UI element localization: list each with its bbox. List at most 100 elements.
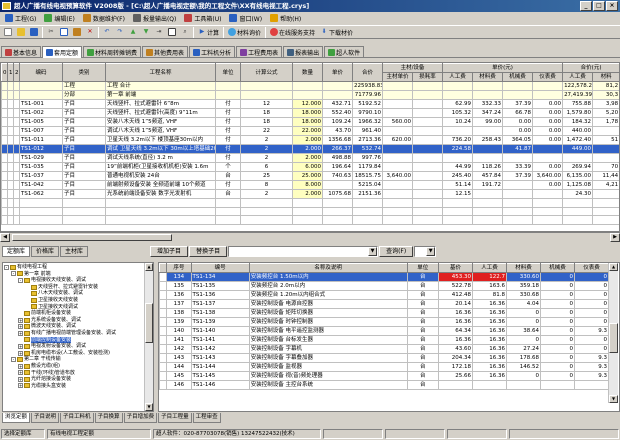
cell-formula[interactable]: 8 xyxy=(240,180,293,190)
collapse-icon[interactable]: - xyxy=(4,264,9,270)
sub-cell-no[interactable]: 134 xyxy=(166,272,192,282)
cell-total[interactable]: 5192.52 xyxy=(352,99,383,109)
filter-combo[interactable]: ▼ xyxy=(414,246,437,257)
download-price-button[interactable]: ⬇ 下载材价 xyxy=(318,26,355,38)
cell-price[interactable]: 552.40 xyxy=(322,108,353,118)
cell-tmat[interactable]: 70 xyxy=(592,162,619,172)
cell-mach[interactable]: 33.39 xyxy=(502,162,534,172)
cell-qty[interactable]: 25.000 xyxy=(292,171,323,181)
cell-unit[interactable]: 付 xyxy=(215,153,241,163)
cell-loss[interactable] xyxy=(411,117,444,127)
redo-button[interactable]: ↷ xyxy=(114,26,126,38)
sub-cell-unit[interactable]: 台 xyxy=(406,371,440,381)
tree-node[interactable]: 八木天线安装、调试 xyxy=(4,290,152,297)
sub-cell-mach[interactable]: 0 xyxy=(539,344,575,354)
cell-name[interactable]: 工程 合计 xyxy=(105,81,216,91)
cell-type[interactable]: 子目 xyxy=(62,189,106,199)
cell-tmat[interactable]: 11,44 xyxy=(592,171,619,181)
cell-formula[interactable]: 25 xyxy=(240,171,293,181)
tree-node[interactable]: 前端机柜设备安装 xyxy=(4,310,152,317)
cell-tmat[interactable]: 51 xyxy=(592,135,619,145)
sub-cell-inst[interactable]: 0 xyxy=(573,344,610,354)
cell-labor[interactable]: 12.15 xyxy=(442,189,474,199)
cell-name[interactable]: 19”前端机柜(卫星接收机机柜)安装 1.6m xyxy=(105,162,216,172)
sub-cell-no[interactable]: 140 xyxy=(166,326,192,336)
cell-code[interactable] xyxy=(19,81,63,91)
sub-cell-base[interactable]: 172.18 xyxy=(438,362,474,372)
cell-qty[interactable]: 2.000 xyxy=(292,153,323,163)
cell-total[interactable]: 1966.32 xyxy=(352,117,383,127)
sub-cell-name[interactable]: 安装控制设备 台标发生器 xyxy=(248,335,408,345)
cell-labor[interactable] xyxy=(442,153,474,163)
sub-cell-mat[interactable]: 330.68 xyxy=(506,290,541,300)
sub-cell-base[interactable]: 204.34 xyxy=(438,353,474,363)
cell-price[interactable]: 109.24 xyxy=(322,117,353,127)
replace-item-button[interactable]: 替换子目 xyxy=(189,246,228,257)
expand-icon[interactable]: + xyxy=(18,350,23,356)
sub-cell-code[interactable]: TS1-146 xyxy=(190,380,250,390)
cell-qty[interactable]: 6.000 xyxy=(292,162,323,172)
cell-inst[interactable] xyxy=(532,90,564,100)
cell-formula[interactable]: 18 xyxy=(240,117,293,127)
cell-code[interactable]: TS1-012 xyxy=(19,144,63,154)
cell-mach[interactable]: 37.39 xyxy=(502,99,534,109)
sub-cell-name[interactable]: 安装控制设备 监视器 xyxy=(248,362,408,372)
cell-tlabor[interactable]: 755.88 xyxy=(562,99,594,109)
cell-tmat[interactable]: 1,78 xyxy=(592,117,619,127)
sub-cell-name[interactable]: 安装控制设备 字幕机 xyxy=(248,344,408,354)
cell-mach[interactable] xyxy=(502,153,534,163)
cell-qty[interactable]: 2.000 xyxy=(292,189,323,199)
cell-price[interactable] xyxy=(322,180,353,190)
cell-tlabor[interactable]: 27,419.39 xyxy=(562,90,594,100)
sub-cell-labor[interactable]: 163.6 xyxy=(472,281,507,291)
detail-tab[interactable]: 子目增加费 xyxy=(123,413,158,423)
detail-tab[interactable]: 子目换算 xyxy=(94,413,123,423)
sub-cell-no[interactable]: 145 xyxy=(166,371,192,381)
cell-price[interactable] xyxy=(322,81,353,91)
move-down-button[interactable]: ▼ xyxy=(140,26,152,38)
sub-cell-no[interactable]: 135 xyxy=(166,281,192,291)
sub-cell-base[interactable]: 16.36 xyxy=(438,317,474,327)
cell-labor[interactable]: 51.14 xyxy=(442,180,474,190)
quota-row[interactable]: TS1-002 子目 天线竖杆、拉式避雷针(高度) 9”11m 付 18 18.000 55… xyxy=(1,108,619,118)
cell-name[interactable]: 光系统前端设备安装 数字光发射机 xyxy=(105,189,216,199)
cell-total[interactable]: 225938.83 xyxy=(352,81,383,91)
cell-mat[interactable] xyxy=(472,153,504,163)
minimize-button[interactable]: _ xyxy=(580,1,592,11)
sub-cell-mach[interactable]: 0 xyxy=(539,335,575,345)
item-grid-scrollbar[interactable]: ▲ ▼ xyxy=(608,263,618,403)
cell-qty[interactable]: 18.000 xyxy=(292,108,323,118)
grid-button[interactable] xyxy=(166,26,178,38)
cell-tlabor[interactable]: 269.94 xyxy=(562,162,594,172)
cell-loss[interactable] xyxy=(411,180,444,190)
scroll-up-button[interactable]: ▲ xyxy=(609,263,618,271)
sub-cell-base[interactable]: 453.30 xyxy=(438,272,474,282)
sub-cell-no[interactable]: 146 xyxy=(166,380,192,390)
sub-cell-mat[interactable]: 359.18 xyxy=(506,281,541,291)
cell-code[interactable]: TS1-062 xyxy=(19,189,63,199)
sub-cell-labor[interactable]: 16.36 xyxy=(472,353,507,363)
cell-price[interactable]: 196.64 xyxy=(322,162,353,172)
cell-type[interactable]: 子目 xyxy=(62,144,106,154)
sub-cell-base[interactable] xyxy=(438,380,474,390)
cell-total[interactable]: 532.74 xyxy=(352,144,383,154)
cell-mach[interactable]: 364.05 xyxy=(502,135,534,145)
delete-button[interactable]: ✕ xyxy=(84,26,96,38)
cell-name[interactable]: 调试 卫星天线 3.2m以下 30m以上塔基础20m xyxy=(105,144,216,154)
sub-cell-mat[interactable]: 146.52 xyxy=(506,362,541,372)
cell-inst[interactable]: 0.00 xyxy=(532,108,564,118)
sub-cell-labor[interactable]: 16.36 xyxy=(472,317,507,327)
sub-cell-code[interactable]: TS1-143 xyxy=(190,353,250,363)
sub-cell-mach[interactable]: 0 xyxy=(539,272,575,282)
scroll-left-button[interactable]: ◀ xyxy=(0,233,10,242)
undo-button[interactable]: ↶ xyxy=(101,26,113,38)
cell-inst[interactable]: 0.00 xyxy=(532,180,564,190)
sub-cell-inst[interactable]: 9.3 xyxy=(573,326,610,336)
cell-labor[interactable]: 62.99 xyxy=(442,99,474,109)
maximize-button[interactable]: □ xyxy=(593,1,605,11)
sub-cell-name[interactable]: 安装控制设备 时钟控制器 xyxy=(248,317,408,327)
cell-mach[interactable]: 37.39 xyxy=(502,171,534,181)
cell-tmat[interactable]: 5,20 xyxy=(592,108,619,118)
sub-cell-mach[interactable]: 0 xyxy=(539,353,575,363)
cell-mat[interactable]: 118.26 xyxy=(472,162,504,172)
